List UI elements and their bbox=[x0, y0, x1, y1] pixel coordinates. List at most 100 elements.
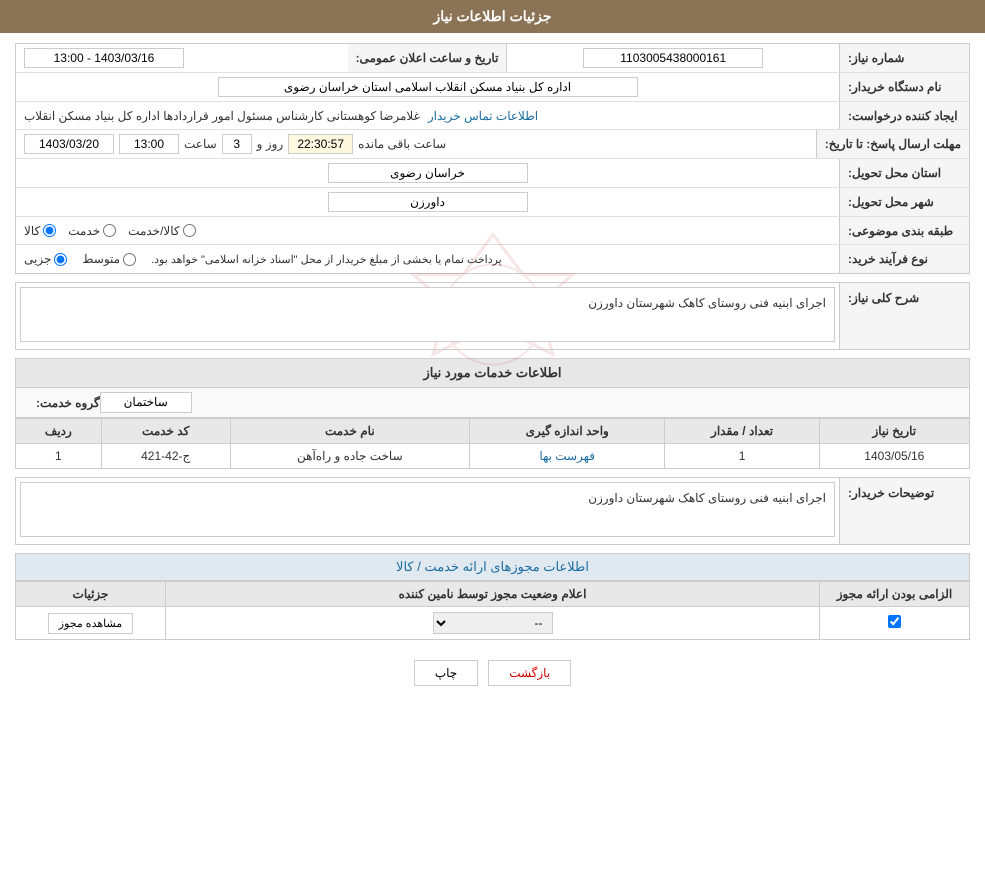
content-area: شماره نیاز: تاریخ و ساعت اعلان عمومی: نا… bbox=[0, 33, 985, 706]
time-label: ساعت bbox=[184, 137, 217, 151]
general-desc-label: شرح کلی نیاز: bbox=[839, 283, 969, 349]
purchase-motavasset-label: متوسط bbox=[82, 252, 120, 266]
category-kala-khedmat-radio[interactable] bbox=[183, 224, 196, 237]
col-row-num: ردیف bbox=[16, 419, 102, 444]
back-button[interactable]: بازگشت bbox=[488, 660, 571, 686]
service-name-cell: ساخت جاده و راه‌آهن bbox=[230, 444, 469, 469]
print-button[interactable]: چاپ bbox=[414, 660, 478, 686]
supplier-status-select[interactable]: -- bbox=[433, 612, 553, 634]
deadline-days-input[interactable] bbox=[222, 134, 252, 154]
category-kala-khedmat-option[interactable]: کالا/خدمت bbox=[128, 224, 195, 238]
page-wrapper: جزئیات اطلاعات نیاز شماره نیاز: تاریخ و … bbox=[0, 0, 985, 875]
requester-row: ایجاد کننده درخواست: اطلاعات تماس خریدار… bbox=[16, 102, 969, 130]
need-number-row: شماره نیاز: تاریخ و ساعت اعلان عمومی: bbox=[16, 44, 969, 73]
city-row: شهر محل تحویل: bbox=[16, 188, 969, 217]
table-row: -- مشاهده مجوز bbox=[16, 607, 970, 640]
announce-date-value bbox=[16, 44, 348, 72]
purchase-type-value: پرداخت تمام یا بخشی از مبلغ خریدار از مح… bbox=[16, 245, 839, 273]
col-need-date: تاریخ نیاز bbox=[819, 419, 969, 444]
buyer-notes-textarea[interactable]: اجرای ابنیه فنی روستای کاهک شهرستان داور… bbox=[20, 482, 835, 537]
province-input[interactable] bbox=[328, 163, 528, 183]
buyer-notes-label: توضیحات خریدار: bbox=[839, 478, 969, 544]
services-table: تاریخ نیاز تعداد / مقدار واحد اندازه گیر… bbox=[15, 418, 970, 469]
city-input[interactable] bbox=[328, 192, 528, 212]
category-kala-radio[interactable] bbox=[43, 224, 56, 237]
category-kala-label: کالا bbox=[24, 224, 40, 238]
col-permit-required: الزامی بودن ارائه مجوز bbox=[820, 582, 970, 607]
row-num-cell: 1 bbox=[16, 444, 102, 469]
buyer-notes-row: توضیحات خریدار: اجرای ابنیه فنی روستای ک… bbox=[16, 478, 969, 544]
requester-contact-link[interactable]: اطلاعات تماس خریدار bbox=[428, 109, 538, 123]
buyer-notes-value-cell: اجرای ابنیه فنی روستای کاهک شهرستان داور… bbox=[16, 478, 839, 544]
purchase-jozii-radio[interactable] bbox=[54, 253, 67, 266]
city-label: شهر محل تحویل: bbox=[839, 188, 969, 216]
purchase-jozii-option[interactable]: جزیی bbox=[24, 252, 67, 266]
col-service-code: کد خدمت bbox=[101, 419, 230, 444]
purchase-motavasset-radio[interactable] bbox=[123, 253, 136, 266]
category-khedmat-radio[interactable] bbox=[103, 224, 116, 237]
permits-section: اطلاعات مجوزهای ارائه خدمت / کالا الزامی… bbox=[15, 553, 970, 640]
announce-date-input[interactable] bbox=[24, 48, 184, 68]
permits-title: اطلاعات مجوزهای ارائه خدمت / کالا bbox=[15, 553, 970, 581]
permits-table: الزامی بودن ارائه مجوز اعلام وضعیت مجوز … bbox=[15, 581, 970, 640]
category-label: طبقه بندی موضوعی: bbox=[839, 217, 969, 244]
services-title: اطلاعات خدمات مورد نیاز bbox=[15, 358, 970, 388]
service-group-input[interactable] bbox=[111, 395, 181, 410]
category-khedmat-option[interactable]: خدمت bbox=[68, 224, 116, 238]
permit-details-cell: مشاهده مجوز bbox=[16, 607, 166, 640]
col-supplier-status: اعلام وضعیت مجوز توسط نامین کننده bbox=[166, 582, 820, 607]
requester-label: ایجاد کننده درخواست: bbox=[839, 102, 969, 129]
service-group-value bbox=[100, 392, 192, 413]
view-permit-button[interactable]: مشاهده مجوز bbox=[48, 613, 133, 634]
services-section: اطلاعات خدمات مورد نیاز گروه خدمت: تاریخ… bbox=[15, 358, 970, 469]
service-code-cell: ج-42-421 bbox=[101, 444, 230, 469]
category-value: کالا/خدمت خدمت کالا bbox=[16, 217, 839, 244]
need-number-label: شماره نیاز: bbox=[839, 44, 969, 72]
province-label: استان محل تحویل: bbox=[839, 159, 969, 187]
col-measure: واحد اندازه گیری bbox=[469, 419, 665, 444]
province-row: استان محل تحویل: bbox=[16, 159, 969, 188]
col-permit-details: جزئیات bbox=[16, 582, 166, 607]
main-info-section: شماره نیاز: تاریخ و ساعت اعلان عمومی: نا… bbox=[15, 43, 970, 274]
deadline-time-input[interactable] bbox=[119, 134, 179, 154]
need-number-input[interactable] bbox=[583, 48, 763, 68]
general-desc-container: anotender شرح کلی نیاز: اجرای ابنیه فنی … bbox=[15, 282, 970, 350]
measure-link[interactable]: فهرست بها bbox=[539, 449, 595, 463]
buyer-notes-section: توضیحات خریدار: اجرای ابنیه فنی روستای ک… bbox=[15, 477, 970, 545]
general-desc-section: شرح کلی نیاز: اجرای ابنیه فنی روستای کاه… bbox=[15, 282, 970, 350]
deadline-date-input[interactable] bbox=[24, 134, 114, 154]
city-value bbox=[16, 188, 839, 216]
page-title: جزئیات اطلاعات نیاز bbox=[433, 8, 551, 24]
deadline-label: مهلت ارسال پاسخ: تا تاریخ: bbox=[816, 130, 969, 158]
buyer-org-input[interactable] bbox=[218, 77, 638, 97]
buyer-org-row: نام دستگاه خریدار: bbox=[16, 73, 969, 102]
requester-value: اطلاعات تماس خریدار غلامرضا کوهستانی کار… bbox=[16, 102, 839, 129]
general-desc-textarea[interactable]: اجرای ابنیه فنی روستای کاهک شهرستان داور… bbox=[20, 287, 835, 342]
deadline-value: ساعت باقی مانده روز و ساعت bbox=[16, 130, 816, 158]
table-row: 1403/05/16 1 فهرست بها ساخت جاده و راه‌آ… bbox=[16, 444, 970, 469]
province-value bbox=[16, 159, 839, 187]
general-desc-value-cell: اجرای ابنیه فنی روستای کاهک شهرستان داور… bbox=[16, 283, 839, 349]
requester-name: غلامرضا کوهستانی کارشناس مسئول امور قرار… bbox=[24, 109, 420, 123]
service-group-label: گروه خدمت: bbox=[36, 396, 100, 410]
permits-table-header-row: الزامی بودن ارائه مجوز اعلام وضعیت مجوز … bbox=[16, 582, 970, 607]
purchase-motavasset-option[interactable]: متوسط bbox=[82, 252, 136, 266]
col-quantity: تعداد / مقدار bbox=[665, 419, 819, 444]
need-number-value bbox=[507, 44, 839, 72]
category-kala-option[interactable]: کالا bbox=[24, 224, 56, 238]
buyer-org-label: نام دستگاه خریدار: bbox=[839, 73, 969, 101]
supplier-status-cell: -- bbox=[166, 607, 820, 640]
deadline-row: مهلت ارسال پاسخ: تا تاریخ: ساعت باقی مان… bbox=[16, 130, 969, 159]
service-group-row: گروه خدمت: bbox=[15, 388, 970, 418]
page-header: جزئیات اطلاعات نیاز bbox=[0, 0, 985, 33]
category-row: طبقه بندی موضوعی: کالا/خدمت خدمت bbox=[16, 217, 969, 245]
category-khedmat-label: خدمت bbox=[68, 224, 100, 238]
deadline-remaining-label: ساعت باقی مانده bbox=[358, 137, 446, 151]
quantity-cell: 1 bbox=[665, 444, 819, 469]
permit-required-checkbox[interactable] bbox=[888, 615, 901, 628]
measure-unit-cell: فهرست بها bbox=[469, 444, 665, 469]
category-kala-khedmat-label: کالا/خدمت bbox=[128, 224, 179, 238]
deadline-countdown-input[interactable] bbox=[288, 134, 353, 154]
col-service-name: نام خدمت bbox=[230, 419, 469, 444]
action-buttons: بازگشت چاپ bbox=[15, 650, 970, 696]
